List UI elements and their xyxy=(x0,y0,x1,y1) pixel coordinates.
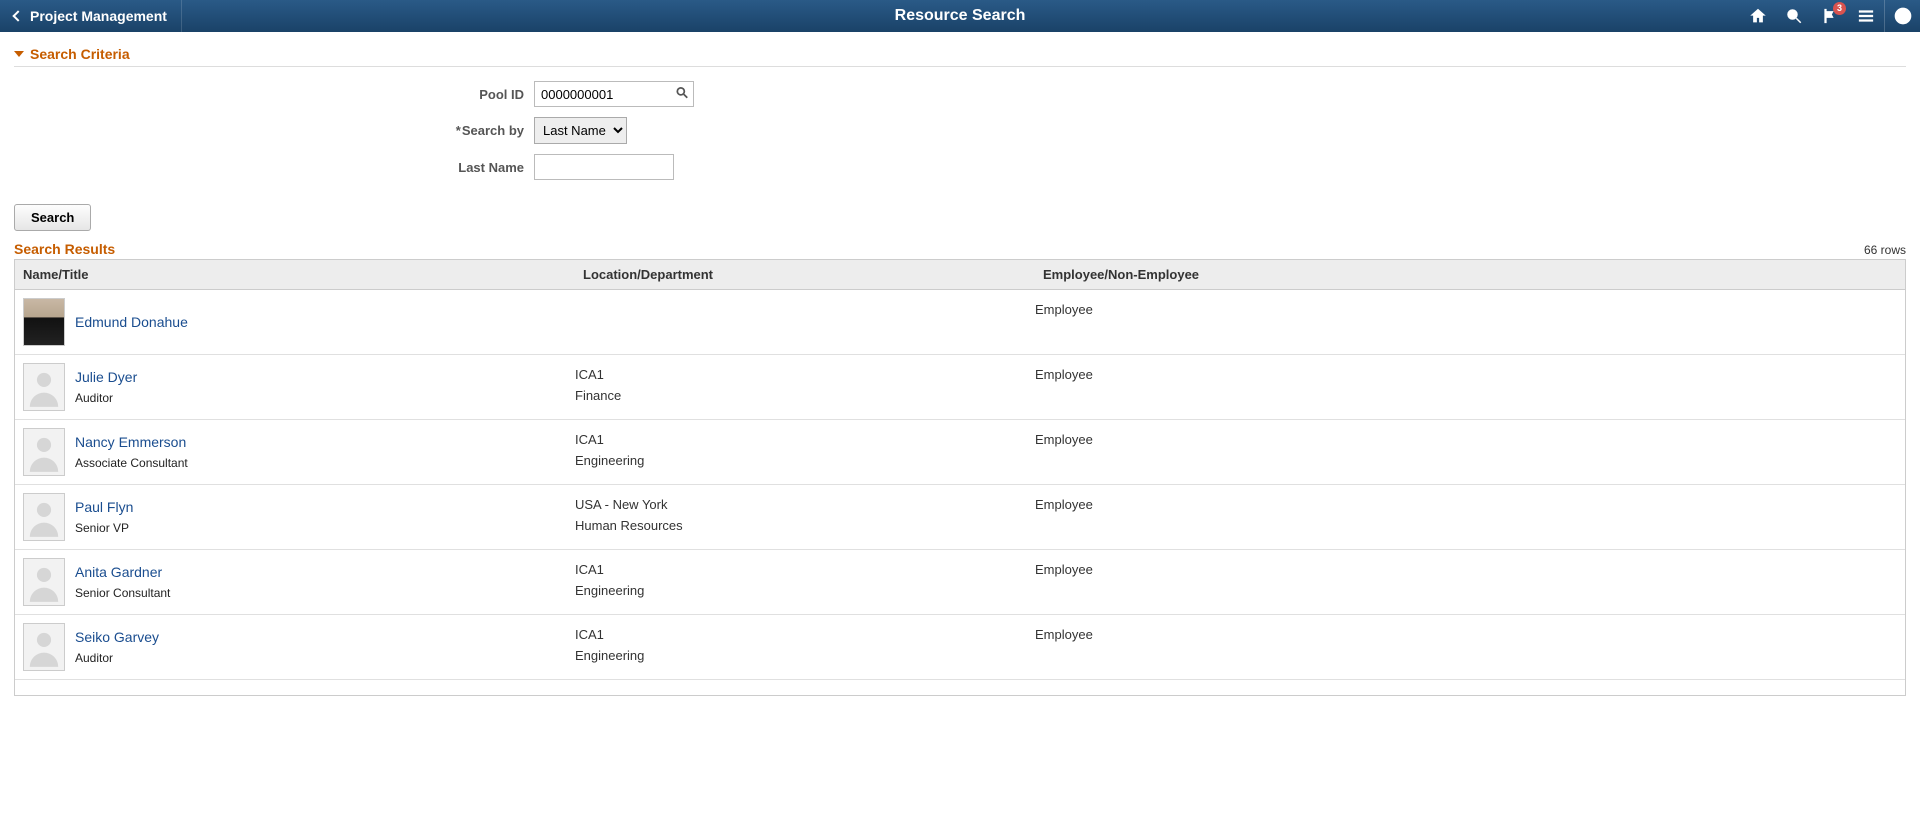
resource-department: Engineering xyxy=(575,583,1035,598)
global-search-button[interactable] xyxy=(1776,0,1812,32)
resource-type: Employee xyxy=(1035,298,1897,317)
resource-location: USA - New York xyxy=(575,497,1035,512)
resource-name-link[interactable]: Edmund Donahue xyxy=(75,314,188,330)
resource-department: Engineering xyxy=(575,453,1035,468)
resource-type: Employee xyxy=(1035,363,1897,382)
row-count: 66 rows xyxy=(1864,243,1906,257)
notification-badge: 3 xyxy=(1833,2,1846,15)
avatar xyxy=(23,623,65,671)
table-row[interactable]: Seiko Garvey Auditor ICA1 EngineeringEmploy… xyxy=(15,615,1905,680)
compass-icon xyxy=(1893,6,1913,26)
resource-location: ICA1 xyxy=(575,562,1035,577)
table-row[interactable]: Anita Gardner Senior Consultant ICA1 Engine… xyxy=(15,550,1905,615)
resource-department: Finance xyxy=(575,388,1035,403)
search-results-title: Search Results xyxy=(14,239,115,259)
search-button[interactable]: Search xyxy=(14,204,91,231)
col-header-name[interactable]: Name/Title xyxy=(15,260,575,289)
last-name-input[interactable] xyxy=(534,154,674,180)
table-row[interactable]: Julie Dyer Auditor ICA1 FinanceEmployee xyxy=(15,355,1905,420)
lookup-icon xyxy=(675,86,689,100)
search-icon xyxy=(1785,7,1803,25)
resource-type: Employee xyxy=(1035,623,1897,642)
avatar xyxy=(23,558,65,606)
table-row[interactable]: Nancy Emmerson Associate Consultant ICA1 En… xyxy=(15,420,1905,485)
hamburger-icon xyxy=(1857,7,1875,25)
resource-location: ICA1 xyxy=(575,432,1035,447)
resource-name-link[interactable]: Julie Dyer xyxy=(75,369,137,385)
resource-name-link[interactable]: Paul Flyn xyxy=(75,499,133,515)
results-grid-header: Name/Title Location/Department Employee/… xyxy=(15,260,1905,290)
resource-title: Auditor xyxy=(75,651,159,665)
search-by-label: Search by xyxy=(14,123,534,138)
search-criteria-title: Search Criteria xyxy=(30,46,130,62)
resource-title: Senior Consultant xyxy=(75,586,170,600)
resource-type: Employee xyxy=(1035,558,1897,577)
resource-title: Associate Consultant xyxy=(75,456,188,470)
resource-location: ICA1 xyxy=(575,367,1035,382)
menu-button[interactable] xyxy=(1848,0,1884,32)
back-button[interactable]: Project Management xyxy=(0,0,182,32)
home-icon xyxy=(1749,7,1767,25)
avatar xyxy=(23,428,65,476)
navbar-toggle-button[interactable] xyxy=(1884,0,1920,32)
col-header-employee[interactable]: Employee/Non-Employee xyxy=(1035,260,1905,289)
avatar xyxy=(23,298,65,346)
pool-id-input[interactable] xyxy=(534,81,694,107)
results-grid-body[interactable]: Edmund Donahue Employee Julie Dyer Auditor I… xyxy=(15,290,1905,695)
resource-location: ICA1 xyxy=(575,627,1035,642)
pool-id-label: Pool ID xyxy=(14,87,534,102)
page-title: Resource Search xyxy=(895,7,1026,25)
collapse-triangle-icon xyxy=(14,51,24,57)
last-name-label: Last Name xyxy=(14,160,534,175)
search-criteria-header[interactable]: Search Criteria xyxy=(14,42,1906,67)
home-button[interactable] xyxy=(1740,0,1776,32)
search-by-select[interactable]: Last Name xyxy=(534,117,627,144)
table-row[interactable]: Edmund Donahue Employee xyxy=(15,290,1905,355)
resource-type: Employee xyxy=(1035,493,1897,512)
avatar xyxy=(23,363,65,411)
resource-department: Engineering xyxy=(575,648,1035,663)
header-actions: 3 xyxy=(1740,0,1920,32)
chevron-left-icon xyxy=(12,10,23,21)
pool-id-lookup-button[interactable] xyxy=(675,86,689,103)
resource-type: Employee xyxy=(1035,428,1897,447)
resource-department: Human Resources xyxy=(575,518,1035,533)
back-label: Project Management xyxy=(30,8,167,24)
results-grid: Name/Title Location/Department Employee/… xyxy=(14,259,1906,696)
notifications-button[interactable]: 3 xyxy=(1812,0,1848,32)
resource-name-link[interactable]: Nancy Emmerson xyxy=(75,434,188,450)
search-criteria-form: Pool ID Search by Last Name Last Name xyxy=(14,67,1906,200)
resource-title: Auditor xyxy=(75,391,137,405)
col-header-location[interactable]: Location/Department xyxy=(575,260,1035,289)
table-row[interactable]: Paul Flyn Senior VP USA - New York Human Re… xyxy=(15,485,1905,550)
resource-name-link[interactable]: Anita Gardner xyxy=(75,564,170,580)
avatar xyxy=(23,493,65,541)
resource-title: Senior VP xyxy=(75,521,133,535)
resource-name-link[interactable]: Seiko Garvey xyxy=(75,629,159,645)
app-header: Project Management Resource Search 3 xyxy=(0,0,1920,32)
